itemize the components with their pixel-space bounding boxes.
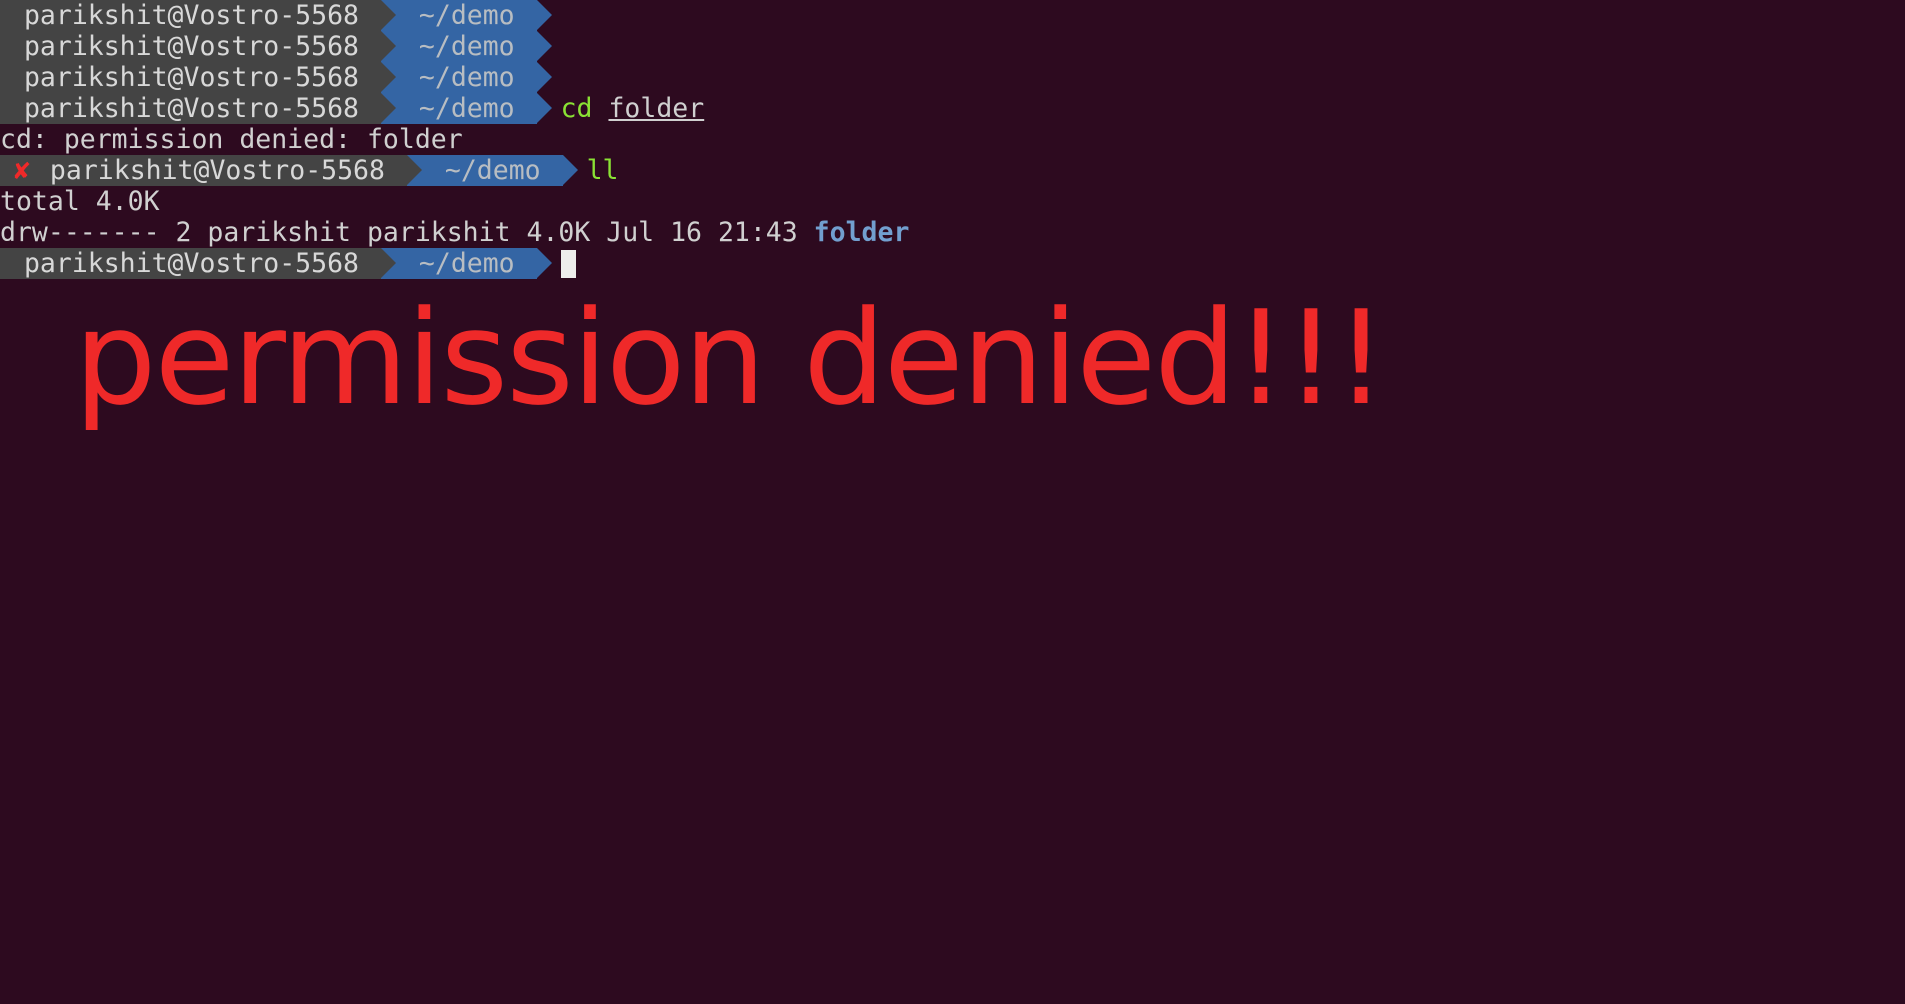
command-ll: ll	[587, 155, 619, 186]
prompt-user-text: parikshit@Vostro-5568	[34, 155, 401, 186]
prompt-path: ~/demo	[381, 93, 537, 124]
output-text: total 4.0K	[0, 186, 160, 217]
prompt-path: ~/demo	[407, 155, 563, 186]
output-total: total 4.0K	[0, 186, 1905, 217]
prompt-user: parikshit@Vostro-5568	[0, 62, 381, 93]
prompt-user: parikshit@Vostro-5568	[0, 93, 381, 124]
prompt-user-error: ✘ parikshit@Vostro-5568	[0, 155, 407, 186]
prompt-line: parikshit@Vostro-5568 ~/demo	[0, 31, 1905, 62]
folder-name: folder	[814, 217, 910, 248]
prompt-line-cd: parikshit@Vostro-5568 ~/demo cd folder	[0, 93, 1905, 124]
prompt-path: ~/demo	[381, 62, 537, 93]
command-cd: cd	[561, 93, 609, 124]
prompt-path: ~/demo	[381, 31, 537, 62]
output-text: cd: permission denied: folder	[0, 124, 463, 155]
prompt-line-active[interactable]: parikshit@Vostro-5568 ~/demo	[0, 248, 1905, 279]
prompt-path: ~/demo	[381, 248, 537, 279]
prompt-line-error: ✘ parikshit@Vostro-5568 ~/demo ll	[0, 155, 1905, 186]
error-x-icon: ✘	[8, 155, 34, 186]
output-ls-entry: drw------- 2 parikshit parikshit 4.0K Ju…	[0, 217, 1905, 248]
prompt-line: parikshit@Vostro-5568 ~/demo	[0, 62, 1905, 93]
output-text: drw------- 2 parikshit parikshit 4.0K Ju…	[0, 217, 814, 248]
prompt-line: parikshit@Vostro-5568 ~/demo	[0, 0, 1905, 31]
cursor-block	[561, 250, 576, 278]
overlay-annotation: permission denied!!!	[74, 282, 1385, 435]
prompt-path: ~/demo	[381, 0, 537, 31]
prompt-user: parikshit@Vostro-5568	[0, 248, 381, 279]
terminal[interactable]: parikshit@Vostro-5568 ~/demo parikshit@V…	[0, 0, 1905, 279]
command-area: cd folder	[537, 93, 705, 124]
command-arg-folder: folder	[608, 93, 704, 124]
prompt-user: parikshit@Vostro-5568	[0, 31, 381, 62]
output-permission-denied: cd: permission denied: folder	[0, 124, 1905, 155]
prompt-user: parikshit@Vostro-5568	[0, 0, 381, 31]
